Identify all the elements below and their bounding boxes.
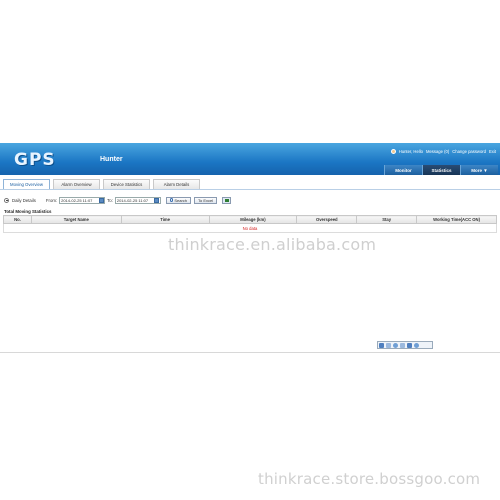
column-header: Target Name xyxy=(30,215,122,224)
calendar-icon[interactable] xyxy=(98,198,104,204)
from-date-input[interactable]: 2014-02-25 11:07 xyxy=(59,196,106,204)
header-bar: GPS Hunter Hunter, Hello Message (0) Cha… xyxy=(0,143,500,175)
from-label: From: xyxy=(45,197,58,203)
change-password-link[interactable]: Change password xyxy=(452,149,486,154)
daily-details-label: Daily Details xyxy=(12,197,36,203)
tab-divider xyxy=(0,189,500,190)
column-header: No. xyxy=(3,215,32,224)
column-header: Stay xyxy=(356,215,418,224)
greeting-link[interactable]: Hunter, Hello xyxy=(399,149,423,154)
keyboard-icon[interactable] xyxy=(400,342,405,348)
map-toolbar xyxy=(377,341,433,349)
to-date-input[interactable]: 2014-02-25 11:07 xyxy=(114,196,161,204)
nav-monitor[interactable]: Monitor xyxy=(384,165,422,175)
to-date-value: 2014-02-25 11:07 xyxy=(116,197,149,203)
column-header: Mileage (km) xyxy=(208,215,298,224)
nav-more[interactable]: More ▼ xyxy=(460,165,498,175)
search-button-label: Search xyxy=(174,197,188,203)
tab-moving-overview[interactable]: Moving Overview xyxy=(3,179,50,189)
column-header: Working Time(ACC ON) xyxy=(416,215,497,224)
watermark-bottom: thinkrace.store.bossgoo.com xyxy=(258,470,481,488)
search-button[interactable]: Search xyxy=(165,196,192,204)
top-links: Hunter, Hello Message (0) Change passwor… xyxy=(390,149,496,154)
no-data-message: No data xyxy=(3,223,497,233)
table-row: No data xyxy=(3,223,497,233)
filter-bar: Daily Details From: 2014-02-25 11:07 To:… xyxy=(4,194,496,206)
wrench-icon[interactable] xyxy=(414,342,419,348)
tab-alarm-overview[interactable]: Alarm Overview xyxy=(53,179,100,189)
user-icon[interactable] xyxy=(407,342,412,348)
person-icon[interactable] xyxy=(386,342,391,348)
message-link[interactable]: Message (0) xyxy=(426,149,449,154)
from-date-value: 2014-02-25 11:07 xyxy=(61,197,93,203)
to-excel-button[interactable]: To Excel xyxy=(194,196,218,204)
tab-alarm-details[interactable]: Alarm Details xyxy=(153,179,200,189)
gps-logo: GPS xyxy=(14,150,56,170)
app-window: GPS Hunter Hunter, Hello Message (0) Cha… xyxy=(0,143,500,353)
user-icon xyxy=(390,149,396,154)
main-nav: Monitor Statistics More ▼ xyxy=(384,165,498,175)
calendar-icon[interactable] xyxy=(154,198,160,204)
section-title: Total Moving Statistics xyxy=(4,209,52,214)
app-name: Hunter xyxy=(100,156,123,163)
watermark: thinkrace.en.alibaba.com xyxy=(168,235,377,254)
exit-link[interactable]: Exit xyxy=(489,149,496,154)
moon-icon[interactable] xyxy=(393,342,398,348)
nav-statistics[interactable]: Statistics xyxy=(422,165,460,175)
table-header-row: No. Target Name Time Mileage (km) Oversp… xyxy=(3,215,497,224)
grid-icon[interactable] xyxy=(379,342,384,348)
tab-bar: Moving Overview Alarm Overview Device St… xyxy=(3,179,203,189)
tab-device-statistics[interactable]: Device Statistics xyxy=(103,179,150,189)
column-header: Overspeed xyxy=(296,215,358,224)
to-label: To: xyxy=(107,197,113,203)
column-header: Time xyxy=(120,215,210,224)
daily-details-radio[interactable] xyxy=(4,197,9,203)
excel-icon[interactable] xyxy=(222,196,232,204)
to-excel-label: To Excel xyxy=(198,197,214,203)
search-icon xyxy=(169,198,174,202)
statistics-table: No. Target Name Time Mileage (km) Oversp… xyxy=(3,215,497,233)
